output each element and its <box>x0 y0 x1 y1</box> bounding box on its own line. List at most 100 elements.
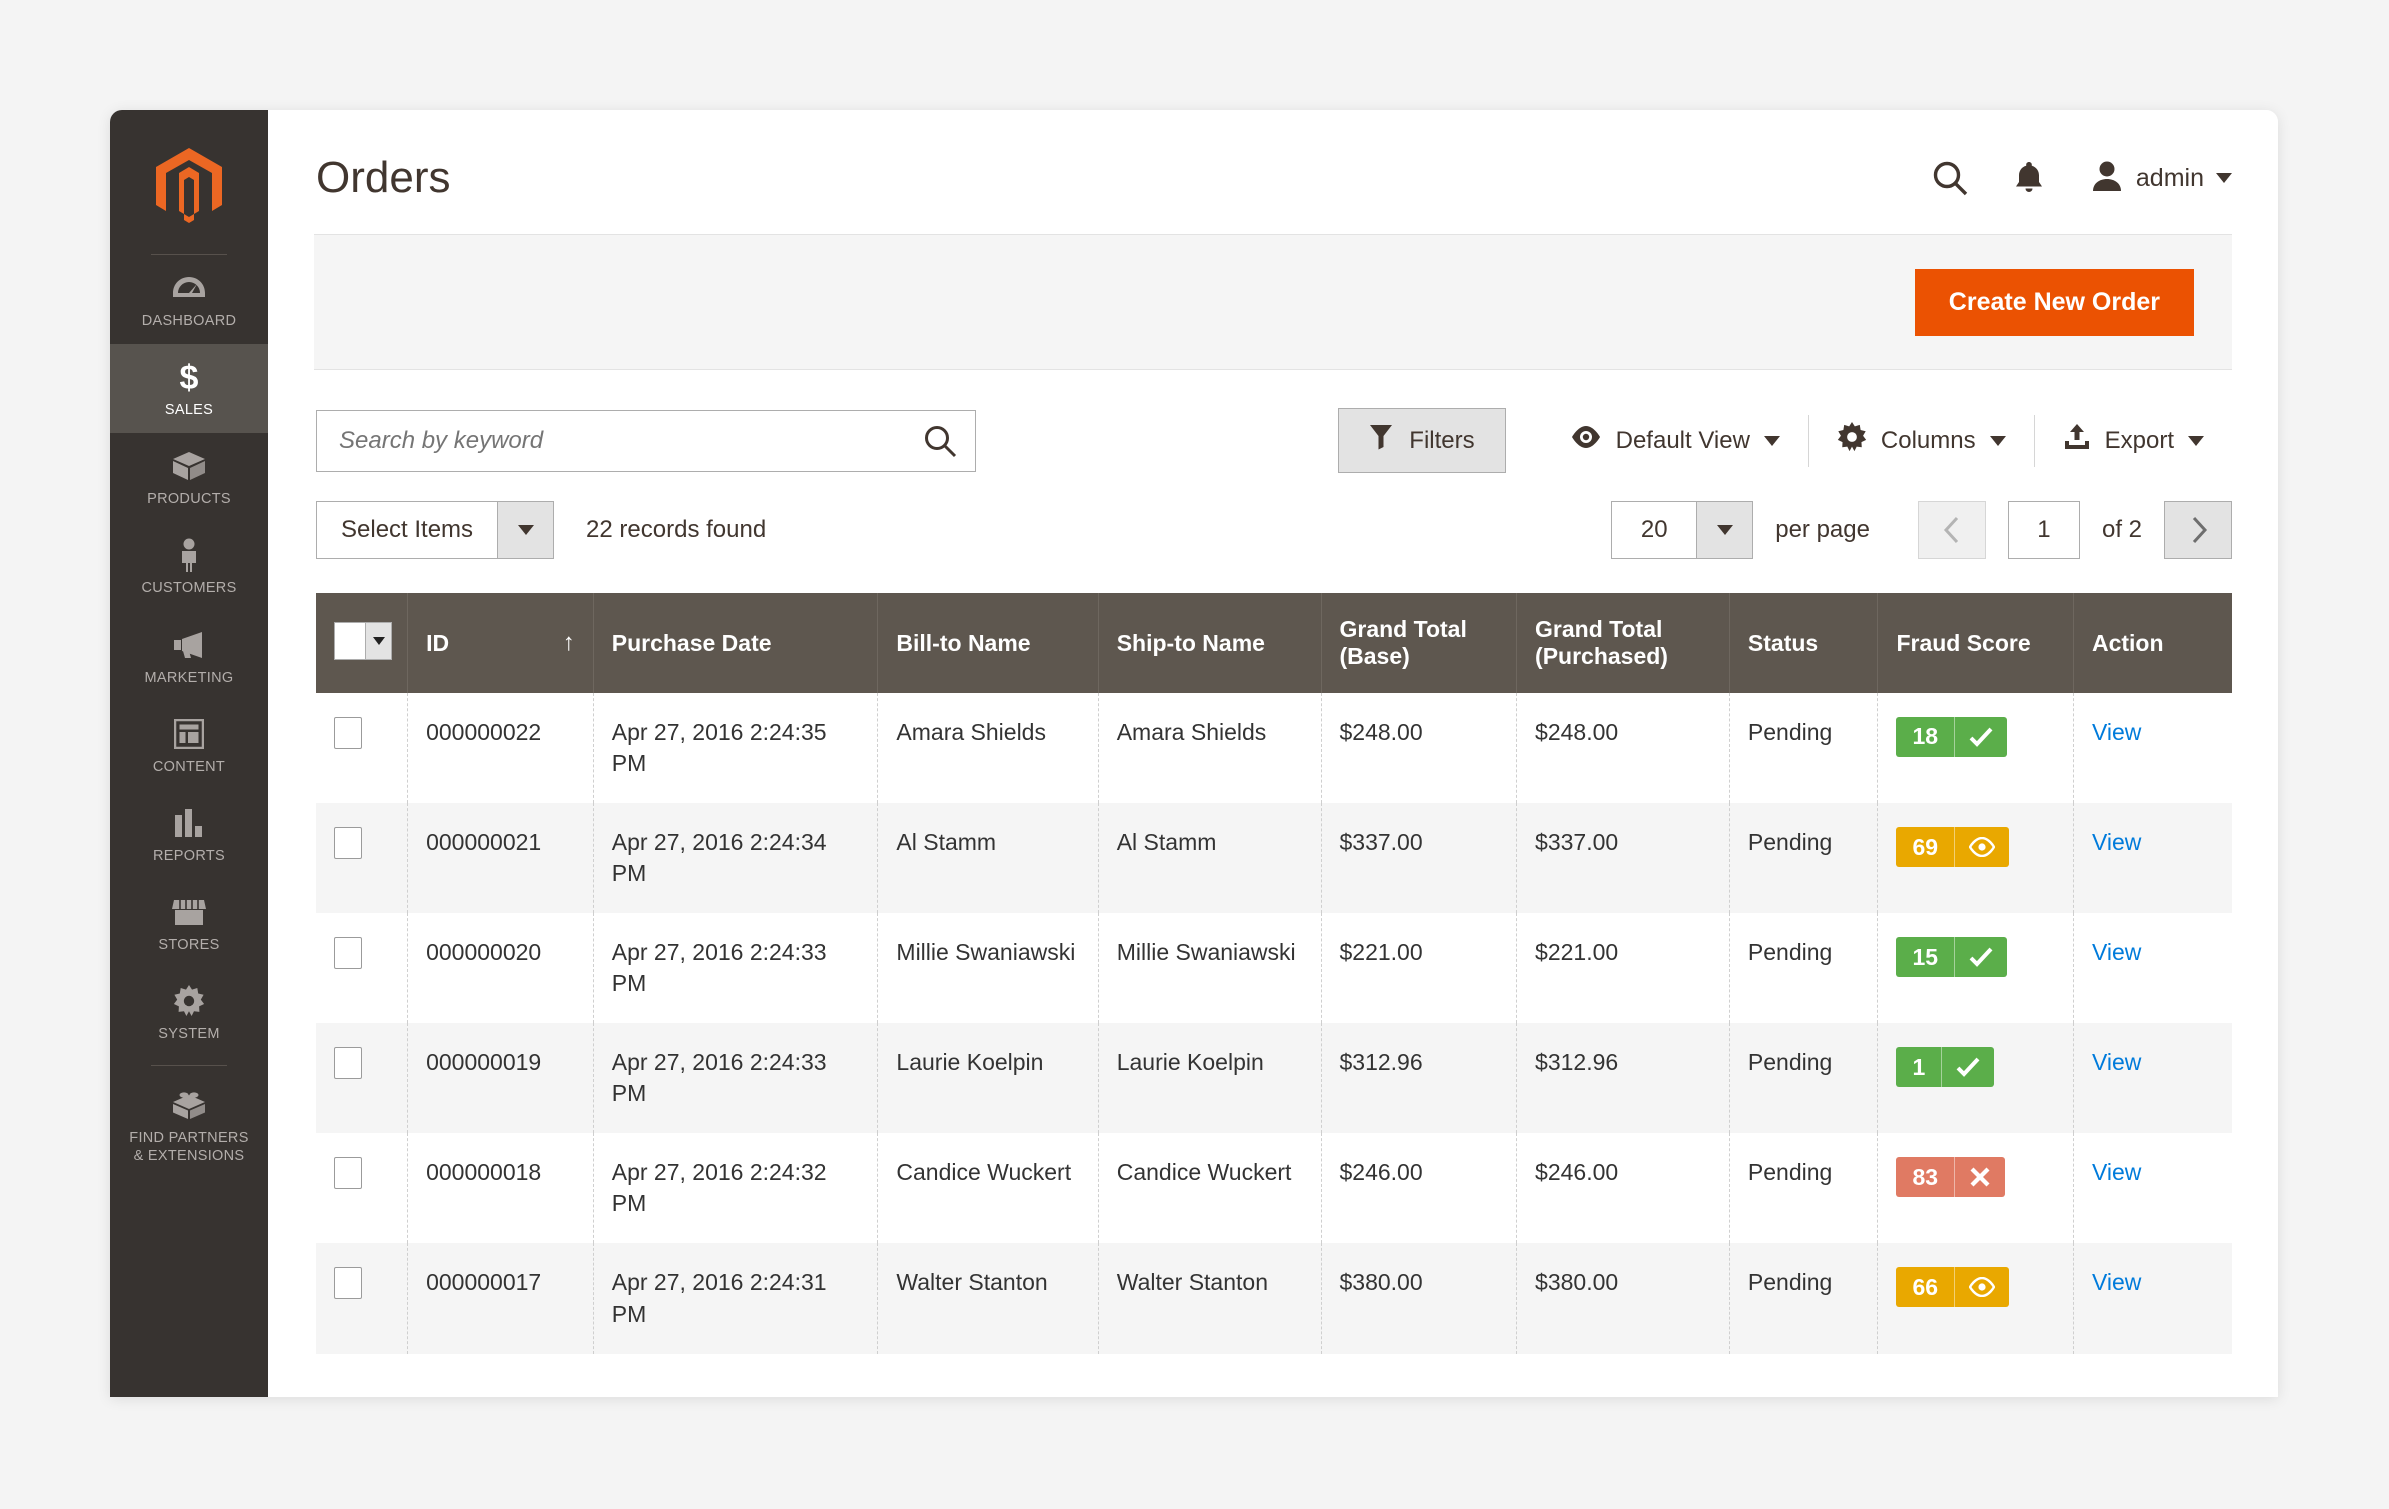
cell-ship-to-name: Al Stamm <box>1098 803 1322 914</box>
caret-glyph <box>517 525 534 535</box>
row-checkbox[interactable] <box>334 937 362 970</box>
view-order-link[interactable]: View <box>2092 719 2141 745</box>
fraud-score-value: 1 <box>1912 1053 1926 1080</box>
gear-icon <box>1837 422 1867 459</box>
filters-button[interactable]: Filters <box>1338 408 1506 473</box>
cell-id: 000000017 <box>407 1243 594 1354</box>
select-all-column[interactable] <box>316 593 409 693</box>
row-select-cell[interactable] <box>316 1243 409 1354</box>
search-by-keyword-box[interactable] <box>316 409 976 472</box>
row-checkbox[interactable] <box>334 1157 362 1190</box>
bell-icon[interactable] <box>2014 161 2044 195</box>
next-page-button[interactable] <box>2164 501 2232 559</box>
cell-id: 000000019 <box>407 1023 594 1134</box>
table-row[interactable]: 000000017 Apr 27, 2016 2:24:31 PM Walter S… <box>316 1243 2232 1354</box>
select-all-checkbox[interactable] <box>335 622 365 659</box>
row-checkbox[interactable] <box>334 1267 362 1300</box>
cell-fraud-score: 69 <box>1877 803 2074 914</box>
cell-grand-total-base: $380.00 <box>1321 1243 1518 1354</box>
row-select-cell[interactable] <box>316 803 409 914</box>
cell-action[interactable]: View <box>2073 1133 2232 1243</box>
current-page-input[interactable]: 1 <box>2007 501 2080 559</box>
row-select-cell[interactable] <box>316 1023 409 1134</box>
cell-bill-to-name: Walter Stanton <box>877 1243 1099 1354</box>
sidebar-item-stores[interactable]: STORES <box>110 879 268 968</box>
per-page-dropdown[interactable]: 20 <box>1611 501 1754 559</box>
view-order-link[interactable]: View <box>2092 829 2141 855</box>
view-order-link[interactable]: View <box>2092 1269 2141 1295</box>
cell-action[interactable]: View <box>2073 803 2232 913</box>
column-header-status[interactable]: Status <box>1729 593 1879 693</box>
view-order-link[interactable]: View <box>2092 1159 2141 1185</box>
search-input[interactable] <box>317 410 975 471</box>
table-row[interactable]: 000000021 Apr 27, 2016 2:24:34 PM Al Stamm… <box>316 803 2232 914</box>
row-select-cell[interactable] <box>316 913 409 1024</box>
sidebar-item-reports[interactable]: REPORTS <box>110 790 268 879</box>
view-order-link[interactable]: View <box>2092 939 2141 965</box>
row-select-cell[interactable] <box>316 693 409 804</box>
lego-brick-icon <box>172 1088 206 1122</box>
column-header-ship-to-name[interactable]: Ship-to Name <box>1098 593 1322 693</box>
cell-status: Pending <box>1729 803 1879 914</box>
admin-menu[interactable]: admin <box>2090 160 2232 197</box>
search-icon[interactable] <box>1932 160 1968 196</box>
row-select-cell[interactable] <box>316 1133 409 1244</box>
cell-action[interactable]: View <box>2073 1023 2232 1133</box>
select-items-dropdown[interactable]: Select Items <box>316 501 555 559</box>
row-checkbox[interactable] <box>334 827 362 860</box>
sidebar-item-find-partners[interactable]: FIND PARTNERS & EXTENSIONS <box>110 1072 268 1179</box>
view-order-link[interactable]: View <box>2092 1049 2141 1075</box>
sidebar-item-customers[interactable]: CUSTOMERS <box>110 522 268 611</box>
magento-logo-icon[interactable] <box>110 136 268 244</box>
sidebar-item-dashboard[interactable]: DASHBOARD <box>110 255 268 344</box>
fraud-score-value: 83 <box>1912 1163 1939 1190</box>
sidebar-divider-bottom <box>151 1065 227 1067</box>
sidebar-item-sales[interactable]: $ SALES <box>110 344 268 434</box>
chevron-down-icon[interactable] <box>365 622 391 659</box>
eye-icon <box>1955 837 2009 858</box>
cell-action[interactable]: View <box>2073 693 2232 803</box>
cell-grand-total-purchased: $380.00 <box>1516 1243 1730 1354</box>
cell-grand-total-purchased: $221.00 <box>1516 913 1730 1024</box>
create-new-order-button[interactable]: Create New Order <box>1914 268 2194 336</box>
cell-action[interactable]: View <box>2073 913 2232 1023</box>
cell-purchase-date: Apr 27, 2016 2:24:33 PM <box>593 913 879 1024</box>
column-header-fraud-score[interactable]: Fraud Score <box>1877 593 2074 693</box>
table-row[interactable]: 000000022 Apr 27, 2016 2:24:35 PM Amara Sh… <box>316 693 2232 804</box>
select-all-dropdown[interactable] <box>334 621 392 660</box>
grid-toolbar: Filters Default View Columns <box>268 370 2278 473</box>
export-label: Export <box>2104 426 2174 454</box>
column-header-bill-to-name[interactable]: Bill-to Name <box>877 593 1099 693</box>
column-header-grand-total-base[interactable]: Grand Total (Base) <box>1321 593 1518 693</box>
column-header-grand-total-purchased[interactable]: Grand Total (Purchased) <box>1516 593 1730 693</box>
cell-action[interactable]: View <box>2073 1243 2232 1353</box>
table-row[interactable]: 000000018 Apr 27, 2016 2:24:32 PM Candice … <box>316 1133 2232 1244</box>
default-view-dropdown[interactable]: Default View <box>1542 424 1808 457</box>
sidebar-item-content[interactable]: CONTENT <box>110 701 268 790</box>
sidebar-item-label-line2: & EXTENSIONS <box>133 1148 245 1165</box>
cell-bill-to-name: Millie Swaniawski <box>877 913 1099 1024</box>
sidebar-item-label-line1: FIND PARTNERS <box>129 1130 249 1147</box>
sidebar-item-system[interactable]: SYSTEM <box>110 968 268 1057</box>
column-header-id[interactable]: ID ↑ <box>407 593 594 693</box>
table-row[interactable]: 000000020 Apr 27, 2016 2:24:33 PM Millie S… <box>316 913 2232 1024</box>
row-checkbox[interactable] <box>334 1047 362 1080</box>
cell-purchase-date: Apr 27, 2016 2:24:34 PM <box>593 803 879 914</box>
cell-status: Pending <box>1729 1133 1879 1244</box>
table-row[interactable]: 000000019 Apr 27, 2016 2:24:33 PM Laurie K… <box>316 1023 2232 1134</box>
page-title: Orders <box>316 153 451 202</box>
orders-grid-header: ID ↑ Purchase Date Bill-to Name Ship-to … <box>316 593 2232 693</box>
previous-page-button[interactable] <box>1917 501 1986 559</box>
sidebar-item-marketing[interactable]: MARKETING <box>110 612 268 701</box>
row-checkbox[interactable] <box>334 717 362 749</box>
gt-base-line1: Grand Total <box>1339 616 1467 642</box>
fraud-score-value: 15 <box>1912 943 1939 970</box>
sidebar-item-products[interactable]: PRODUCTS <box>110 433 268 522</box>
columns-dropdown[interactable]: Columns <box>1809 422 2034 459</box>
cell-fraud-score: 66 <box>1877 1243 2074 1354</box>
cell-ship-to-name: Millie Swaniawski <box>1098 913 1322 1024</box>
export-dropdown[interactable]: Export <box>2035 423 2232 458</box>
column-header-purchase-date[interactable]: Purchase Date <box>593 593 879 693</box>
cell-status: Pending <box>1729 693 1879 804</box>
search-icon[interactable] <box>923 424 957 458</box>
